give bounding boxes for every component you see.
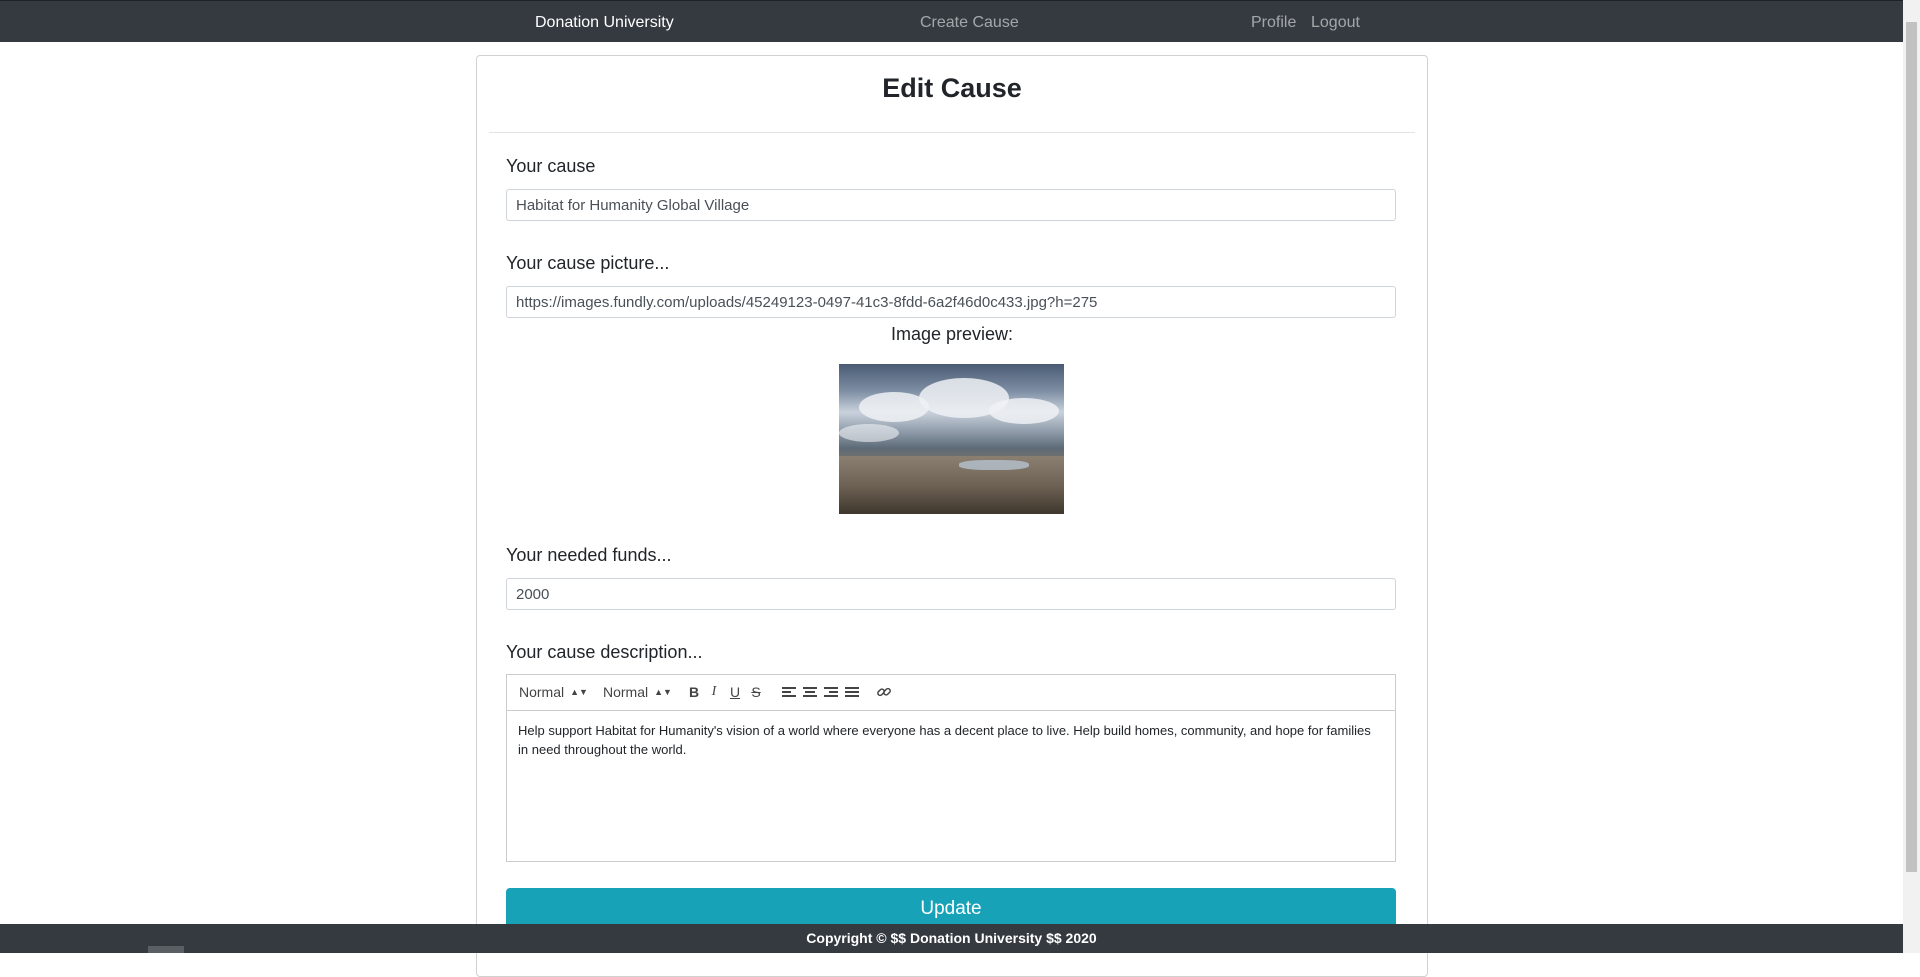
- title-divider: [489, 132, 1415, 133]
- editor-content[interactable]: Help support Habitat for Humanity's visi…: [518, 721, 1384, 759]
- logout-link[interactable]: Logout: [1311, 13, 1360, 33]
- align-justify-icon[interactable]: [845, 687, 859, 699]
- cause-picture-label: Your cause picture...: [506, 253, 670, 273]
- strikethrough-icon[interactable]: S: [747, 683, 765, 701]
- cause-input[interactable]: [506, 189, 1396, 221]
- page-title: Edit Cause: [882, 73, 1022, 103]
- link-icon[interactable]: [875, 683, 893, 701]
- bold-icon[interactable]: B: [685, 683, 703, 701]
- size-select[interactable]: Normal ▲▼: [603, 684, 672, 700]
- italic-icon[interactable]: I: [705, 683, 723, 701]
- align-center-icon[interactable]: [803, 687, 817, 699]
- cause-image-preview: [839, 364, 1064, 514]
- edit-cause-card: Edit Cause Your cause Your cause picture…: [476, 55, 1428, 977]
- create-cause-link[interactable]: Create Cause: [920, 13, 1019, 33]
- taskbar-marker: [148, 946, 184, 953]
- top-navbar: Donation University Create Cause Profile…: [0, 0, 1903, 42]
- needed-funds-label: Your needed funds...: [506, 545, 672, 565]
- editor-toolbar: Normal ▲▼ Normal ▲▼ B I U S: [507, 675, 1395, 711]
- align-right-icon[interactable]: [824, 687, 838, 699]
- image-preview-label: Image preview:: [890, 324, 1014, 344]
- profile-link[interactable]: Profile: [1251, 13, 1296, 33]
- footer: Copyright © $$ Donation University $$ 20…: [0, 924, 1903, 953]
- copyright-text: Copyright © $$ Donation University $$ 20…: [806, 930, 1097, 946]
- page-scrollbar[interactable]: [1903, 0, 1920, 953]
- underline-icon[interactable]: U: [726, 683, 744, 701]
- scrollbar-thumb[interactable]: [1906, 22, 1917, 872]
- cause-picture-input[interactable]: [506, 286, 1396, 318]
- brand-link[interactable]: Donation University: [535, 13, 674, 33]
- update-button[interactable]: Update: [506, 888, 1396, 928]
- description-editor[interactable]: Normal ▲▼ Normal ▲▼ B I U S Help support…: [506, 674, 1396, 862]
- align-left-icon[interactable]: [782, 687, 796, 699]
- font-select[interactable]: Normal ▲▼: [519, 684, 588, 700]
- cause-label: Your cause: [506, 156, 596, 176]
- needed-funds-input[interactable]: [506, 578, 1396, 610]
- cause-description-label: Your cause description...: [506, 642, 703, 662]
